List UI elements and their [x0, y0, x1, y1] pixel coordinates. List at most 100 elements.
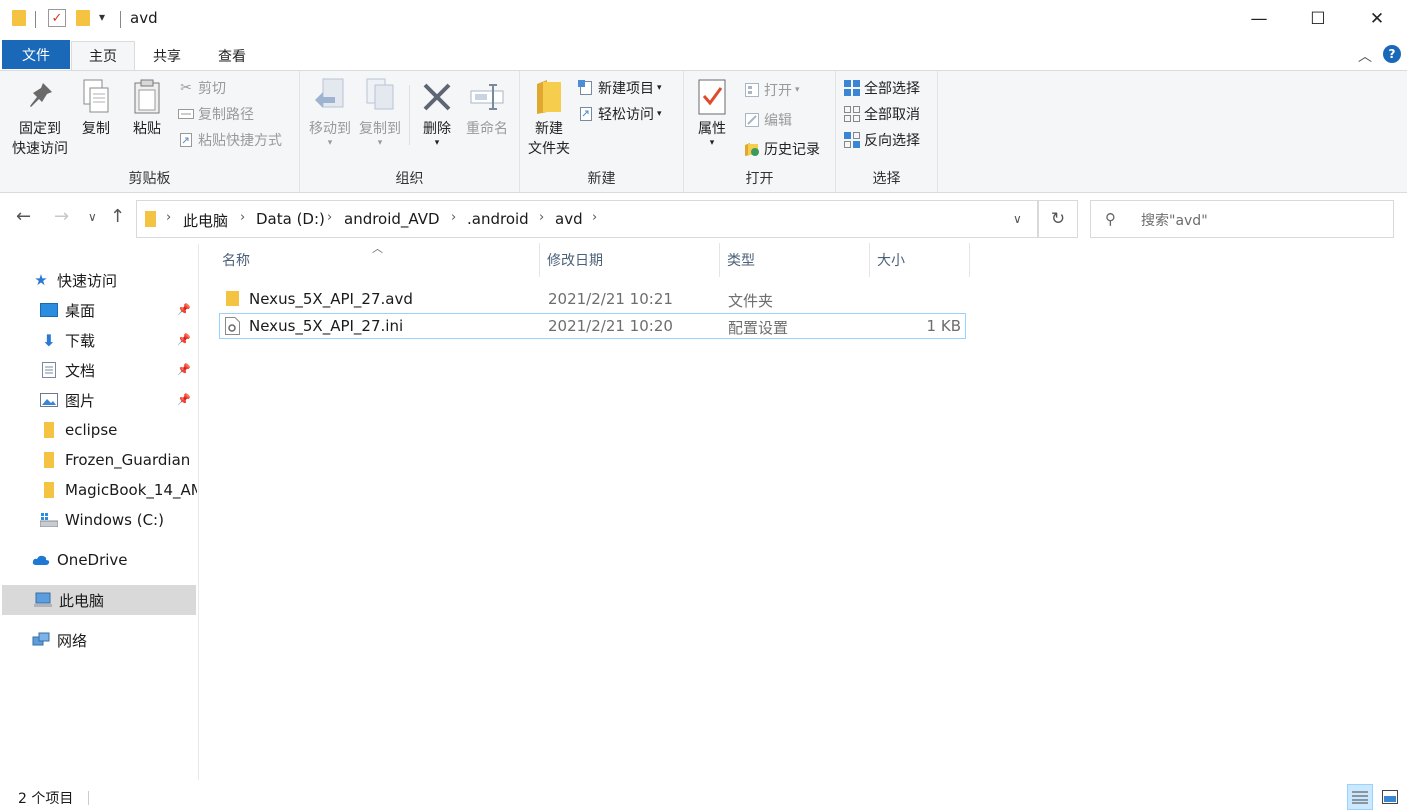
nav-eclipse[interactable]: eclipse — [40, 415, 197, 445]
pin-icon[interactable]: 📌 — [177, 363, 191, 376]
move-to-button[interactable]: 移动到 ▾ — [306, 77, 354, 148]
select-all-button[interactable]: 全部选择 — [844, 77, 920, 99]
nav-label: 快速访问 — [57, 271, 118, 290]
edit-button[interactable]: 编辑 — [744, 109, 792, 131]
new-folder-quick-icon[interactable] — [76, 10, 90, 26]
search-input[interactable]: 搜索"avd" — [1141, 210, 1208, 230]
search-box[interactable]: ⚲ 搜索"avd" — [1090, 200, 1394, 238]
file-row[interactable]: Nexus_5X_API_27.avd 2021/2/21 10:21 文件夹 — [219, 287, 966, 313]
column-header-size[interactable]: 大小 — [872, 243, 970, 277]
pin-icon[interactable]: 📌 — [177, 333, 191, 346]
new-folder-button[interactable]: 新建 文件夹 — [526, 77, 572, 159]
divider — [120, 11, 121, 28]
open-label: 打开 — [764, 83, 792, 99]
new-item-button[interactable]: 新建项目 ▾ — [578, 77, 662, 99]
breadcrumb-chevron-icon[interactable]: › — [327, 210, 332, 225]
large-icons-view-icon[interactable] — [1377, 784, 1403, 810]
select-none-button[interactable]: 全部取消 — [844, 103, 920, 125]
details-view-icon[interactable] — [1347, 784, 1373, 810]
column-header-name[interactable]: 名称 — [217, 243, 540, 277]
copy-path-icon — [178, 106, 194, 122]
nav-network[interactable]: 网络 — [32, 625, 197, 655]
tab-share[interactable]: 共享 — [136, 41, 198, 70]
easy-access-button[interactable]: 轻松访问 ▾ — [578, 103, 662, 125]
copy-path-label: 复制路径 — [198, 107, 254, 123]
breadcrumb-dot-android[interactable]: .android — [467, 210, 529, 228]
edit-icon — [744, 112, 760, 128]
refresh-button[interactable]: ↻ — [1038, 200, 1078, 238]
nav-label: 文档 — [65, 361, 96, 380]
chevron-down-icon: ▾ — [327, 138, 333, 148]
breadcrumb-chevron-icon[interactable]: › — [592, 210, 597, 225]
nav-label: 图片 — [65, 391, 96, 410]
file-type: 文件夹 — [728, 292, 774, 310]
pin-quick-access-button[interactable]: 固定到 快速访问 — [8, 77, 72, 159]
breadcrumb-chevron-icon[interactable]: › — [166, 210, 171, 225]
open-button[interactable]: 打开 ▾ — [744, 79, 800, 101]
copy-icon — [78, 77, 114, 117]
address-dropdown-icon[interactable]: ∨ — [1013, 212, 1022, 226]
tab-home[interactable]: 主页 — [71, 41, 135, 70]
breadcrumb-chevron-icon[interactable]: › — [451, 210, 456, 225]
help-icon[interactable]: ? — [1383, 45, 1401, 63]
delete-button[interactable]: 删除 ▾ — [416, 77, 458, 148]
history-label: 历史记录 — [764, 142, 820, 158]
breadcrumb-android-avd[interactable]: android_AVD — [344, 210, 440, 228]
cut-button[interactable]: ✂ 剪切 — [178, 77, 226, 99]
nav-this-pc[interactable]: 此电脑 — [2, 585, 196, 615]
history-button[interactable]: 历史记录 — [744, 138, 820, 160]
file-row[interactable]: Nexus_5X_API_27.ini 2021/2/21 10:20 配置设置… — [219, 313, 966, 339]
collapse-ribbon-icon[interactable]: ︿ — [1358, 46, 1372, 66]
address-bar[interactable]: › 此电脑 › Data (D:) › android_AVD › .andro… — [136, 200, 1038, 238]
rename-button[interactable]: 重命名 — [463, 77, 511, 139]
nav-downloads[interactable]: ⬇ 下载 📌 — [40, 325, 197, 355]
recent-locations-chevron-icon[interactable]: ∨ — [88, 210, 97, 224]
nav-frozen-guardian[interactable]: Frozen_Guardian — [40, 445, 197, 475]
invert-selection-label: 反向选择 — [864, 133, 920, 149]
divider — [409, 85, 410, 145]
nav-onedrive[interactable]: OneDrive — [32, 545, 197, 575]
paste-shortcut-button[interactable]: 粘贴快捷方式 — [178, 129, 282, 151]
back-arrow-icon[interactable]: ← — [16, 206, 31, 227]
nav-label: OneDrive — [57, 551, 128, 569]
breadcrumb-chevron-icon[interactable]: › — [539, 210, 544, 225]
maximize-button[interactable]: ☐ — [1289, 0, 1347, 38]
tab-view[interactable]: 查看 — [201, 41, 263, 70]
cloud-icon — [32, 552, 50, 568]
breadcrumb-this-pc[interactable]: 此电脑 — [183, 210, 228, 231]
paste-button[interactable]: 粘贴 — [126, 77, 168, 139]
nav-desktop[interactable]: 桌面 📌 — [40, 295, 197, 325]
ribbon: 固定到 快速访问 复制 粘贴 ✂ 剪切 复制路径 粘贴快捷方式 剪贴板 移动到 … — [0, 70, 1407, 193]
copy-button[interactable]: 复制 — [76, 77, 116, 139]
pin-icon[interactable]: 📌 — [177, 393, 191, 406]
invert-selection-button[interactable]: 反向选择 — [844, 129, 920, 151]
breadcrumb-chevron-icon[interactable]: › — [240, 210, 245, 225]
column-label: 修改日期 — [547, 253, 603, 269]
close-button[interactable]: ✕ — [1348, 0, 1406, 38]
chevron-down-icon: ▾ — [657, 83, 662, 93]
column-header-type[interactable]: 类型 — [722, 243, 870, 277]
star-icon: ★ — [34, 271, 48, 289]
properties-button[interactable]: 属性 ▾ — [692, 77, 732, 148]
properties-quick-icon[interactable]: ✓ — [48, 9, 66, 27]
new-folder-icon — [531, 77, 567, 117]
breadcrumb-data-d[interactable]: Data (D:) — [256, 210, 325, 228]
tab-file[interactable]: 文件 — [2, 40, 70, 69]
breadcrumb-avd[interactable]: avd — [555, 210, 583, 228]
nav-windows-c[interactable]: Windows (C:) — [40, 505, 197, 535]
forward-arrow-icon[interactable]: → — [54, 206, 69, 227]
copy-path-button[interactable]: 复制路径 — [178, 103, 254, 125]
column-header-modified[interactable]: 修改日期 — [542, 243, 720, 277]
edit-label: 编辑 — [764, 113, 792, 129]
up-arrow-icon[interactable]: ↑ — [110, 206, 125, 227]
minimize-button[interactable]: — — [1230, 0, 1288, 38]
copy-to-button[interactable]: 复制到 ▾ — [356, 77, 404, 148]
nav-documents[interactable]: 文档 📌 — [40, 355, 197, 385]
pin-label-line2: 快速访问 — [12, 141, 68, 157]
nav-magicbook[interactable]: MagicBook_14_AMD — [40, 475, 197, 505]
nav-quick-access[interactable]: ★ 快速访问 — [32, 265, 197, 295]
nav-pictures[interactable]: 图片 📌 — [40, 385, 197, 415]
qat-dropdown-icon[interactable]: ▾ — [99, 10, 105, 24]
drive-icon — [40, 512, 58, 528]
pin-icon[interactable]: 📌 — [177, 303, 191, 316]
